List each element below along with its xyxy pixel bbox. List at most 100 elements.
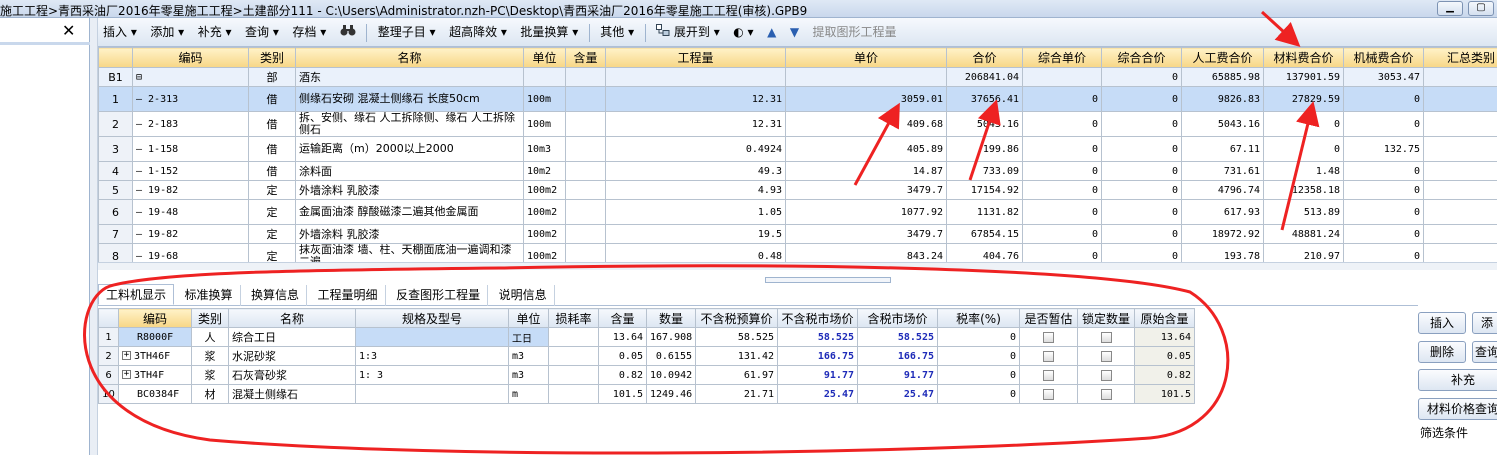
cell-material[interactable]: 48881.24 xyxy=(1263,224,1344,244)
table-row[interactable]: 6 +3TH4F 浆石灰膏砂浆 1: 3 m3 0.82 10.0942 61.97 91.77… xyxy=(98,365,1195,385)
cell-market_tax[interactable]: 91.77 xyxy=(857,365,938,385)
cell-unit[interactable]: 100m2 xyxy=(523,199,566,225)
table-row[interactable]: 10 BC0384F 材混凝土侧缘石 m 101.5 1249.46 21.71 25.47 2… xyxy=(98,384,1195,404)
expand-icon[interactable]: + xyxy=(122,370,131,379)
cell-qty[interactable]: 1.05 xyxy=(605,199,786,225)
cell-material[interactable]: 513.89 xyxy=(1263,199,1344,225)
cell-content[interactable]: 0.82 xyxy=(598,365,647,385)
cell-machine[interactable]: 3053.47 xyxy=(1343,67,1424,87)
cell-name[interactable]: 综合工日 xyxy=(228,327,356,347)
delete-button[interactable]: 删除 xyxy=(1418,341,1466,363)
cell-unit[interactable]: m xyxy=(508,384,549,404)
cell-content[interactable] xyxy=(565,243,606,262)
binoculars-icon[interactable] xyxy=(335,18,361,46)
cell-qty[interactable] xyxy=(605,67,786,87)
cell-machine[interactable]: 132.75 xyxy=(1343,136,1424,162)
cell-content[interactable]: 0.05 xyxy=(598,346,647,366)
cell-material[interactable]: 0 xyxy=(1263,136,1344,162)
cell-total[interactable]: 5043.16 xyxy=(946,111,1023,137)
col-total[interactable]: 合价 xyxy=(946,47,1023,68)
cell-total[interactable]: 1131.82 xyxy=(946,199,1023,225)
cell-spec[interactable] xyxy=(355,327,509,347)
cell-code[interactable]: — 1-158 xyxy=(132,136,249,162)
cell-name[interactable]: 石灰膏砂浆 xyxy=(228,365,356,385)
cell-code[interactable]: ⊟ xyxy=(132,67,249,87)
cell-material[interactable]: 210.97 xyxy=(1263,243,1344,262)
cell-machine[interactable]: 0 xyxy=(1343,224,1424,244)
cell-comp_total[interactable]: 0 xyxy=(1101,243,1182,262)
cell-rn[interactable]: 1 xyxy=(98,327,119,347)
cell-rn[interactable]: 5 xyxy=(98,180,133,200)
cell-market_tax[interactable]: 25.47 xyxy=(857,384,938,404)
cell-machine[interactable]: 0 xyxy=(1343,180,1424,200)
cell-lock[interactable] xyxy=(1077,384,1135,404)
cell-unit[interactable]: 100m2 xyxy=(523,224,566,244)
cell-price[interactable]: 3479.7 xyxy=(785,224,947,244)
cell-content[interactable] xyxy=(565,111,606,137)
cell-code[interactable]: +3TH4F xyxy=(118,365,192,385)
cell-comp_total[interactable]: 0 xyxy=(1101,180,1182,200)
tab-materials[interactable]: 工料机显示 xyxy=(98,284,175,305)
cell-unit[interactable]: m3 xyxy=(508,365,549,385)
cell-code[interactable]: — 2-313 xyxy=(132,86,249,112)
cell-material[interactable]: 0 xyxy=(1263,111,1344,137)
cell-rn[interactable]: 2 xyxy=(98,111,133,137)
table-row[interactable]: 4— 1-152 借涂料面 10m2 49.3 14.87 733.09 0 0 731.61 1… xyxy=(98,161,1497,181)
pane-splitter-handle[interactable] xyxy=(765,277,891,283)
cell-content[interactable] xyxy=(565,67,606,87)
cell-budget[interactable]: 131.42 xyxy=(695,346,778,366)
cell-qty[interactable]: 12.31 xyxy=(605,86,786,112)
checkbox[interactable] xyxy=(1100,351,1112,362)
cell-unit[interactable]: 10m3 xyxy=(523,136,566,162)
col-spec[interactable]: 规格及型号 xyxy=(355,308,509,328)
horizontal-scrollbar[interactable] xyxy=(98,262,1497,270)
col-machine-total[interactable]: 机械费合价 xyxy=(1343,47,1424,68)
cell-spec[interactable] xyxy=(355,384,509,404)
col-original-content[interactable]: 原始含量 xyxy=(1134,308,1195,328)
cell-name[interactable]: 外墙涂料 乳胶漆 xyxy=(295,224,524,244)
col-content[interactable]: 含量 xyxy=(565,47,606,68)
cell-qty[interactable]: 10.0942 xyxy=(646,365,696,385)
col-market-price-tax[interactable]: 含税市场价 xyxy=(857,308,938,328)
cell-rn[interactable]: 3 xyxy=(98,136,133,162)
supplement-button[interactable]: 补充 xyxy=(1418,369,1497,391)
cell-type[interactable]: 人 xyxy=(191,327,229,347)
cell-name[interactable]: 金属面油漆 醇酸磁漆二遍其他金属面 xyxy=(295,199,524,225)
panel-splitter[interactable] xyxy=(90,18,98,455)
col-unit[interactable]: 单位 xyxy=(508,308,549,328)
cell-type[interactable]: 借 xyxy=(248,111,296,137)
paint-bucket-icon[interactable]: ◐ ▾ xyxy=(728,18,758,46)
col-type[interactable]: 类别 xyxy=(248,47,296,68)
col-name[interactable]: 名称 xyxy=(228,308,356,328)
cell-code[interactable]: R8000F xyxy=(118,327,192,347)
query-menu[interactable]: 查询 ▾ xyxy=(240,18,284,46)
cell-rn[interactable]: 10 xyxy=(98,384,119,404)
cell-comp_price[interactable]: 0 xyxy=(1022,86,1102,112)
col-tax-rate[interactable]: 税率(%) xyxy=(937,308,1020,328)
cell-unit[interactable]: 100m2 xyxy=(523,243,566,262)
cell-unit[interactable] xyxy=(523,67,566,87)
cell-price[interactable]: 14.87 xyxy=(785,161,947,181)
table-row[interactable]: 3— 1-158 借运输距离（m）2000以上2000 10m3 0.4924 405.… xyxy=(98,136,1497,162)
tab-quantity-detail[interactable]: 工程量明细 xyxy=(311,285,386,306)
checkbox[interactable] xyxy=(1100,389,1112,400)
cell-price[interactable]: 1077.92 xyxy=(785,199,947,225)
cell-total[interactable]: 733.09 xyxy=(946,161,1023,181)
cell-rn[interactable]: 2 xyxy=(98,346,119,366)
cell-type[interactable]: 部 xyxy=(248,67,296,87)
maximize-button[interactable]: ▢ xyxy=(1468,1,1494,16)
cell-loss[interactable] xyxy=(548,365,599,385)
checkbox[interactable] xyxy=(1043,332,1054,343)
insert-button[interactable]: 插入 xyxy=(1418,312,1466,334)
cell-qty[interactable]: 49.3 xyxy=(605,161,786,181)
col-comp-total[interactable]: 综合合价 xyxy=(1101,47,1182,68)
cell-type[interactable]: 定 xyxy=(248,180,296,200)
table-row[interactable]: 5— 19-82 定外墙涂料 乳胶漆 100m2 4.93 3479.7 17154.92… xyxy=(98,180,1497,200)
move-up-icon[interactable]: ▲ xyxy=(762,18,781,46)
cell-sum_type[interactable] xyxy=(1423,224,1497,244)
cell-comp_price[interactable]: 0 xyxy=(1022,224,1102,244)
checkbox[interactable] xyxy=(1100,332,1112,343)
cell-lock[interactable] xyxy=(1077,346,1135,366)
cell-content[interactable]: 13.64 xyxy=(598,327,647,347)
cell-type[interactable]: 浆 xyxy=(191,365,229,385)
